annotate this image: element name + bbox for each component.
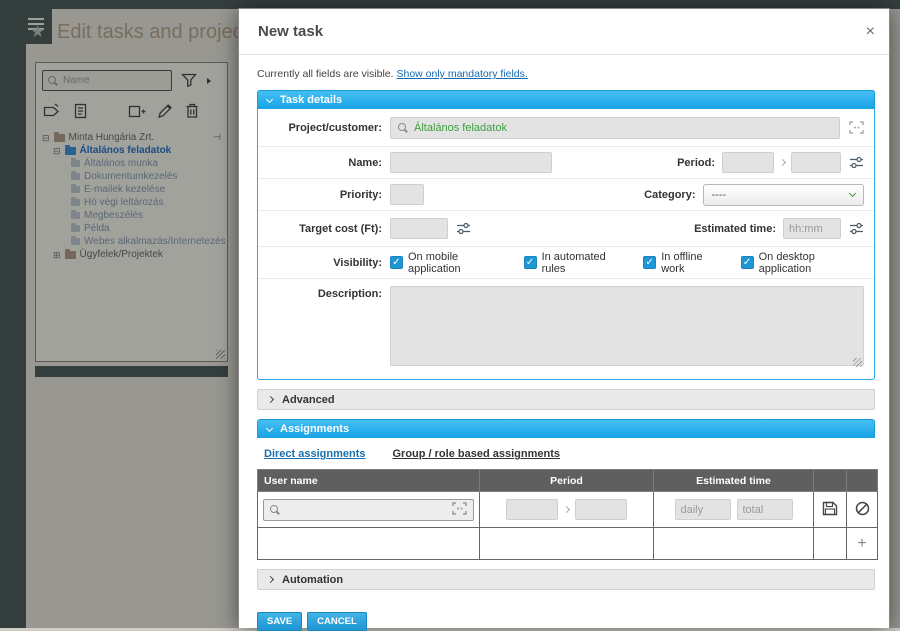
chevron-right-icon <box>267 396 274 403</box>
tab-group-assignments[interactable]: Group / role based assignments <box>392 448 560 460</box>
assignments-header[interactable]: Assignments <box>257 419 875 438</box>
period-settings-icon[interactable] <box>849 156 864 169</box>
search-icon <box>398 123 408 133</box>
total-time-input[interactable] <box>737 499 793 520</box>
assignment-period-start-input[interactable] <box>506 499 558 520</box>
tab-direct-assignments[interactable]: Direct assignments <box>264 448 365 460</box>
user-search-input[interactable] <box>286 504 446 516</box>
checkbox-mobile[interactable] <box>390 256 403 269</box>
estimated-time-settings-icon[interactable] <box>849 222 864 235</box>
assignment-empty-row: + <box>258 528 878 560</box>
assignments-table: User name Period Estimated time <box>257 469 878 560</box>
name-input[interactable] <box>390 152 552 173</box>
save-row-icon[interactable] <box>822 507 838 519</box>
new-task-dialog: New task × Currently all fields are visi… <box>238 8 890 628</box>
automation-section-header[interactable]: Automation <box>257 569 875 590</box>
target-cost-settings-icon[interactable] <box>456 222 471 235</box>
description-label: Description: <box>258 286 390 300</box>
column-remove <box>847 470 878 492</box>
search-icon <box>270 505 280 515</box>
assignment-period-end-input[interactable] <box>575 499 627 520</box>
estimated-time-label: Estimated time: <box>552 223 783 235</box>
chevron-right-icon <box>267 576 274 583</box>
arrow-right-icon <box>779 159 786 166</box>
arrow-right-icon <box>563 506 570 513</box>
visibility-label: Visibility: <box>258 257 390 269</box>
task-details-section: Task details Project/customer: Általános… <box>257 90 875 380</box>
task-details-header[interactable]: Task details <box>257 90 875 109</box>
column-save <box>814 470 847 492</box>
checkbox-label: In automated rules <box>542 251 628 275</box>
close-icon[interactable]: × <box>866 24 875 40</box>
category-value: ---- <box>712 189 727 201</box>
checkbox-label: On mobile application <box>408 251 508 275</box>
resize-grip-icon[interactable] <box>853 358 862 367</box>
chevron-down-icon <box>266 95 273 102</box>
checkbox-offline[interactable] <box>643 256 656 269</box>
name-label: Name: <box>258 157 390 169</box>
period-start-input[interactable] <box>722 152 774 173</box>
checkbox-label: In offline work <box>661 251 724 275</box>
checkbox-automated[interactable] <box>524 256 537 269</box>
chevron-down-icon <box>266 424 273 431</box>
user-picker-icon[interactable] <box>452 502 467 518</box>
checkbox-desktop[interactable] <box>741 256 754 269</box>
period-end-input[interactable] <box>791 152 841 173</box>
column-period: Period <box>480 470 654 492</box>
project-customer-value: Általános feladatok <box>414 122 507 134</box>
column-estimated-time: Estimated time <box>654 470 814 492</box>
daily-time-input[interactable] <box>675 499 731 520</box>
project-customer-label: Project/customer: <box>258 122 390 134</box>
estimated-time-input[interactable] <box>783 218 841 239</box>
column-user-name: User name <box>258 470 480 492</box>
dialog-title: New task <box>258 23 323 40</box>
category-label: Category: <box>552 189 703 201</box>
priority-label: Priority: <box>258 189 390 201</box>
checkbox-label: On desktop application <box>759 251 864 275</box>
chevron-down-icon <box>849 189 856 196</box>
category-select[interactable]: ---- <box>703 184 865 206</box>
target-cost-label: Target cost (Ft): <box>258 223 390 235</box>
description-textarea[interactable] <box>390 286 864 366</box>
user-search-field[interactable] <box>263 499 474 521</box>
add-row-icon[interactable]: + <box>857 535 866 552</box>
save-button[interactable]: SAVE <box>257 612 302 631</box>
target-cost-input[interactable] <box>390 218 448 239</box>
block-icon[interactable] <box>855 507 870 519</box>
assignment-entry-row <box>258 492 878 528</box>
cancel-button[interactable]: CANCEL <box>307 612 367 631</box>
assignments-section: Assignments Direct assignments Group / r… <box>257 419 875 560</box>
priority-input[interactable] <box>390 184 424 205</box>
fields-visible-note: Currently all fields are visible. <box>257 68 394 80</box>
project-picker-icon[interactable] <box>849 121 864 134</box>
show-mandatory-link[interactable]: Show only mandatory fields. <box>396 68 527 80</box>
project-customer-field[interactable]: Általános feladatok <box>390 117 840 139</box>
period-label: Period: <box>552 157 722 169</box>
advanced-section-header[interactable]: Advanced <box>257 389 875 410</box>
